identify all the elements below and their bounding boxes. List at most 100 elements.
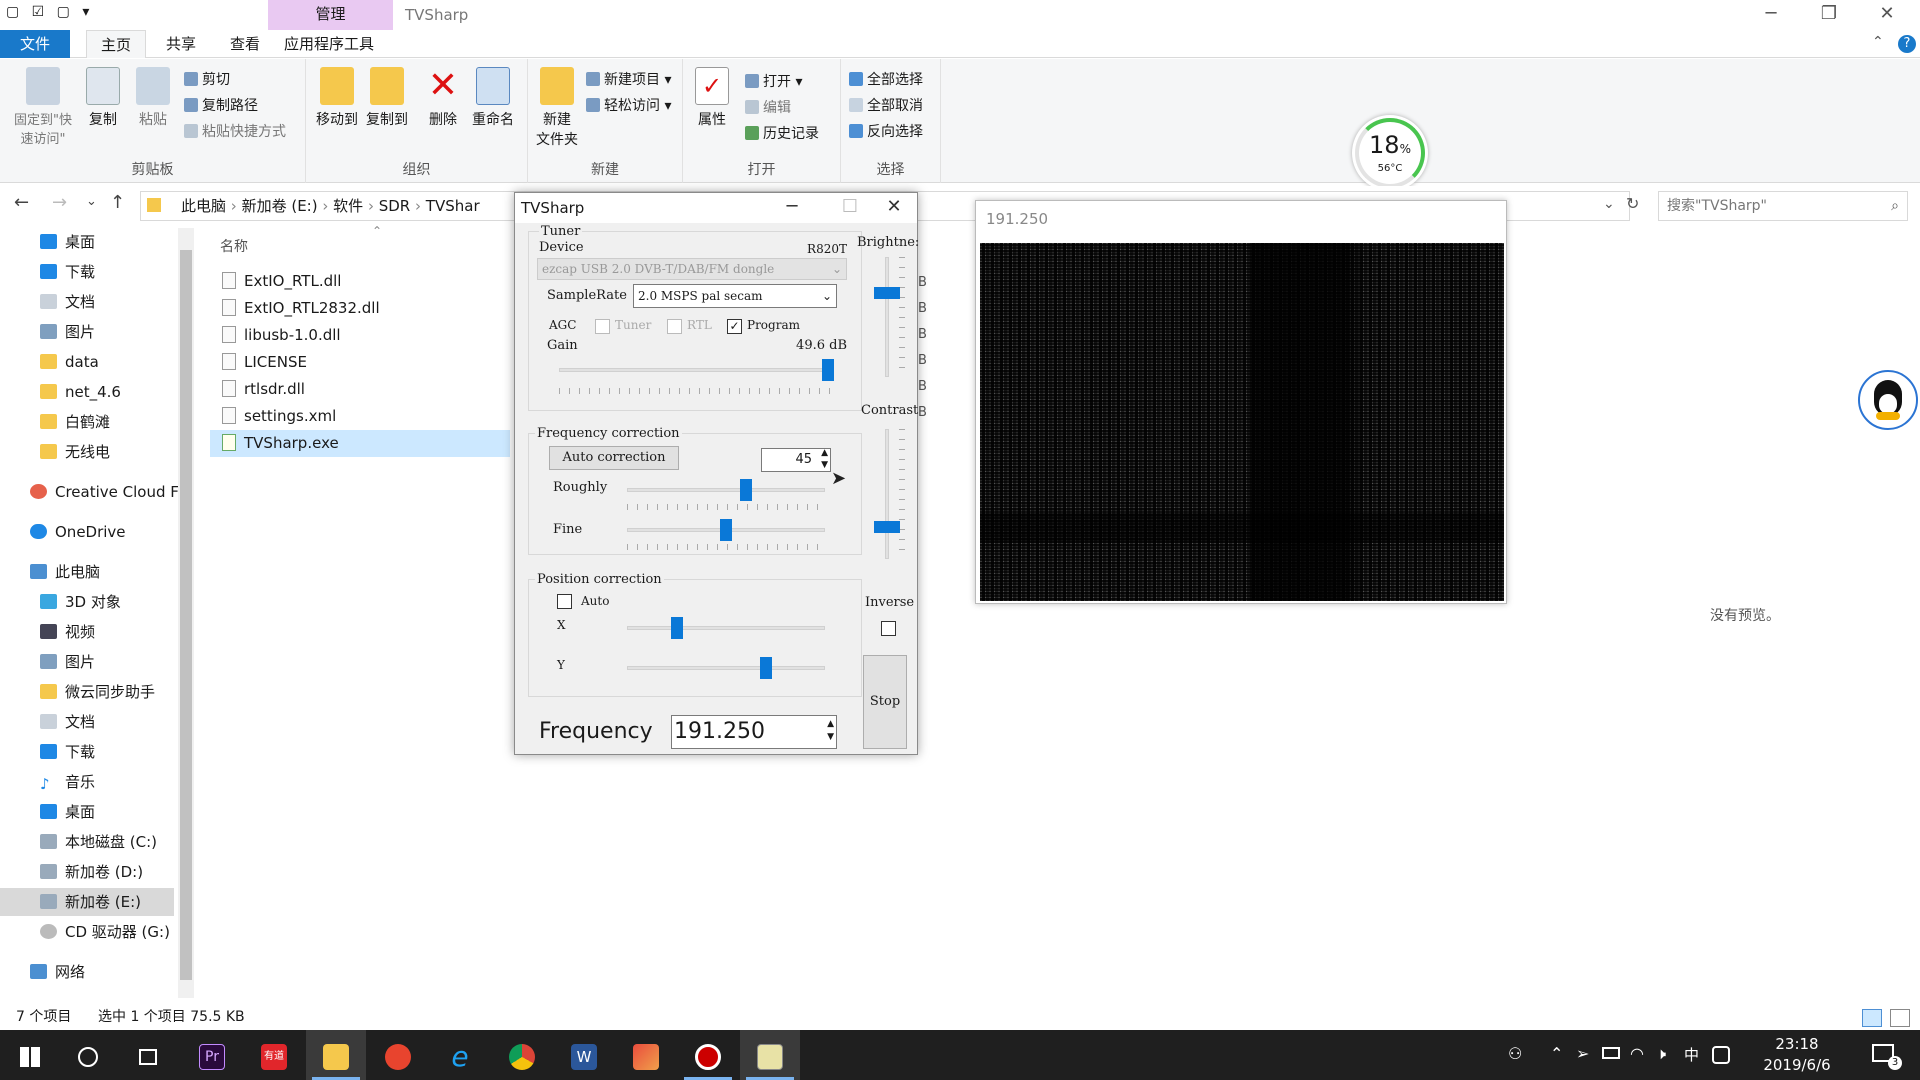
auto-correction-button[interactable]: Auto correction [549,446,679,470]
quick-access-toolbar[interactable]: ▢ ☑ ▢ ▾ [6,4,93,20]
agc-rtl-checkbox[interactable] [667,319,682,334]
nav-item[interactable]: 视频 [40,618,95,646]
qq-penguin-icon[interactable] [1858,370,1918,430]
nav-item[interactable]: data [40,348,99,376]
copy-path-button[interactable]: 复制路径 [184,95,258,115]
tv-maximize-button[interactable]: ☐ [827,193,873,223]
gain-slider-thumb[interactable] [821,359,834,381]
tab-file[interactable]: 文件 [0,30,70,58]
nav-item[interactable]: CD 驱动器 (G:) [40,918,170,946]
taskbar-chrome[interactable] [492,1030,552,1080]
nav-item[interactable]: 文档 [40,708,95,736]
frequency-input[interactable]: 191.250 ▲ ▼ [671,715,837,749]
file-row[interactable]: libusb-1.0.dll [210,322,510,349]
details-view-icon[interactable] [1862,1009,1882,1027]
start-button[interactable] [0,1030,60,1080]
taskbar-youdao[interactable]: 有道 [244,1030,304,1080]
taskbar-netease[interactable] [368,1030,428,1080]
taskbar-word[interactable]: W [554,1030,614,1080]
close-button[interactable]: ✕ [1864,0,1910,30]
help-icon[interactable]: ? [1898,35,1916,53]
people-icon[interactable]: ⚇ [1508,1044,1522,1063]
nav-item-selected[interactable]: 新加卷 (E:) [0,888,174,916]
tv-close-button[interactable]: ✕ [871,193,917,223]
y-slider-thumb[interactable] [759,657,772,679]
nav-item[interactable]: 白鹤滩 [40,408,110,436]
address-dropdown-icon[interactable]: ⌄ [1603,196,1615,212]
fine-slider-thumb[interactable] [720,519,732,541]
tray-expand-icon[interactable]: ⌃ [1550,1044,1563,1063]
recent-dropdown-icon[interactable]: ⌄ [86,194,97,209]
contrast-slider-thumb[interactable] [874,520,900,533]
minimize-button[interactable]: ─ [1748,0,1794,30]
large-icons-view-icon[interactable] [1890,1009,1910,1027]
refresh-icon[interactable]: ↻ [1626,194,1639,213]
stop-button[interactable]: Stop [863,655,907,749]
tab-view[interactable]: 查看 [216,30,274,58]
history-button[interactable]: 历史记录 [745,123,819,143]
nav-scrollbar-thumb[interactable] [180,250,192,980]
x-slider-thumb[interactable] [670,617,683,639]
cpu-temp-widget[interactable]: 18% 56°C [1352,115,1428,191]
easy-access-button[interactable]: 轻松访问 ▾ [586,95,671,115]
breadcrumb-item[interactable]: 此电脑 [181,197,226,215]
select-all-button[interactable]: 全部选择 [849,69,923,89]
select-none-button[interactable]: 全部取消 [849,95,923,115]
x-slider-track[interactable] [627,626,825,630]
up-arrow-icon[interactable]: ↑ [110,192,125,213]
frequency-spinner-icon[interactable]: ▲ ▼ [827,718,834,744]
qq-tray-icon[interactable] [1712,1046,1730,1064]
taskbar-app[interactable] [616,1030,676,1080]
nav-item[interactable]: net_4.6 [40,378,121,406]
file-row[interactable]: ExtIO_RTL2832.dll [210,295,510,322]
tab-share[interactable]: 共享 [152,30,210,58]
agc-tuner-checkbox[interactable] [595,319,610,334]
brightness-slider-track[interactable] [885,257,889,377]
file-row[interactable]: ExtIO_RTL.dll [210,268,510,295]
taskbar-ie[interactable]: e [430,1030,490,1080]
taskbar-recorder[interactable] [678,1030,738,1080]
nav-item[interactable]: 文档 [40,288,95,316]
y-slider-track[interactable] [627,666,825,670]
open-button[interactable]: 打开 ▾ [745,71,802,91]
back-arrow-icon[interactable]: ← [14,192,29,213]
ime-indicator[interactable]: 中 [1684,1044,1699,1065]
nav-item[interactable]: 图片 [40,648,95,676]
clock[interactable]: 23:18 2019/6/6 [1752,1034,1842,1076]
nav-item[interactable]: OneDrive [30,518,126,546]
contrast-slider-track[interactable] [885,429,889,559]
task-view-button[interactable] [118,1030,178,1080]
taskbar-premiere[interactable]: Pr [182,1030,242,1080]
breadcrumb-item[interactable]: TVShar [426,197,480,215]
cut-button[interactable]: 剪切 [184,69,230,89]
file-row[interactable]: LICENSE [210,349,510,376]
edit-button[interactable]: 编辑 [745,97,791,117]
new-folder-button[interactable]: 新建 文件夹 [532,67,582,149]
brightness-slider-thumb[interactable] [874,287,900,299]
wifi-icon[interactable]: ◠ [1630,1044,1644,1063]
invert-selection-button[interactable]: 反向选择 [849,121,923,141]
search-button[interactable] [58,1030,118,1080]
nav-item[interactable]: 无线电 [40,438,110,466]
column-header-name[interactable]: 名称 [220,236,248,256]
nav-item[interactable]: 网络 [30,958,85,986]
tv-minimize-button[interactable]: ─ [769,193,815,223]
nav-item[interactable]: 下载 [40,738,95,766]
correction-value-spinner[interactable]: 45 ▲ ▼ [761,448,831,472]
roughly-slider-track[interactable] [627,488,825,492]
file-row[interactable]: settings.xml [210,403,510,430]
pin-quick-access-button[interactable]: 固定到"快速访问" [8,67,78,147]
search-input[interactable]: 搜索"TVSharp" ⌕ [1658,191,1908,221]
paste-shortcut-button[interactable]: 粘贴快捷方式 [184,121,286,141]
forward-arrow-icon[interactable]: → [52,192,67,213]
breadcrumb-item[interactable]: 软件 [333,197,363,215]
samplerate-select[interactable]: 2.0 MSPS pal secam ⌄ [633,284,837,308]
nav-item[interactable]: 图片 [40,318,95,346]
new-item-button[interactable]: 新建项目 ▾ [586,69,671,89]
gain-slider-track[interactable] [559,368,833,372]
taskbar-tvsharp[interactable] [740,1030,800,1080]
device-select[interactable]: ezcap USB 2.0 DVB-T/DAB/FM dongle ⌄ [537,258,847,280]
spinner-arrows-icon[interactable]: ▲ ▼ [821,447,828,471]
ribbon-collapse-icon[interactable]: ⌃ [1872,34,1884,50]
file-row-selected[interactable]: TVSharp.exe [210,430,510,457]
